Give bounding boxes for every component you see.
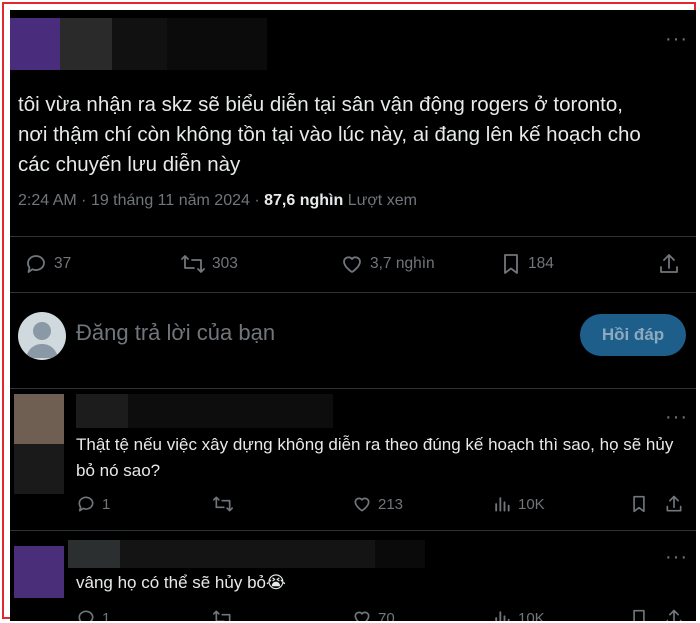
views-button[interactable]: 10K [492,608,545,621]
reply-icon [27,255,45,273]
post-date[interactable]: 19 tháng 11 năm 2024 [91,192,250,209]
like-count: 70 [378,609,395,622]
views-icon [495,611,510,621]
reply-button[interactable]: 1 [76,608,110,621]
like-count: 3,7 nghìn [370,255,435,272]
post-detail-view: ··· tôi vừa nhận ra skz sẽ biểu diễn tại… [10,10,696,621]
bookmark-button[interactable] [630,608,648,621]
share-button[interactable] [664,608,684,621]
author-handle-blurred-2 [167,18,267,70]
reply-button[interactable]: 37 [24,252,71,276]
like-count: 213 [378,495,404,513]
view-count: 87,6 nghìn [264,192,344,209]
repost-icon [181,255,205,273]
more-icon[interactable]: ··· [665,29,688,49]
reply-author-blurred-2 [120,540,375,568]
views-button[interactable]: 10K [492,494,545,514]
like-icon [343,256,361,273]
author-avatar-blurred[interactable] [10,18,60,70]
reply-text: vâng họ có thể sẽ hủy bỏ😭 [76,573,286,592]
like-icon [354,497,370,512]
repost-button[interactable] [212,494,234,514]
reply-count: 37 [54,255,72,272]
repost-icon [212,496,233,512]
bookmark-icon [504,254,518,274]
like-button[interactable]: 213 [352,494,403,514]
reply-count: 1 [102,495,111,513]
reply-icon [78,496,94,512]
bookmark-count: 184 [528,255,554,272]
reply-author-blurred[interactable] [68,540,120,568]
bookmark-icon [633,495,645,513]
reply-text: Thật tệ nếu việc xây dựng không diễn ra … [76,435,674,480]
reply-avatar-shadow [14,444,64,494]
person-icon [26,322,58,358]
reply-avatar-blurred[interactable] [14,394,64,444]
view-label: Lượt xem [347,192,417,209]
share-icon [666,609,682,621]
repost-icon [213,610,231,621]
repost-button[interactable] [212,608,234,621]
bookmark-icon [633,609,645,621]
bookmark-button[interactable]: 184 [500,252,554,276]
views-count: 10K [518,495,545,513]
more-icon[interactable]: ··· [665,547,688,567]
reply-count: 1 [102,609,111,622]
divider [10,530,696,531]
reply-author-blurred-2 [128,394,333,428]
bookmark-button[interactable] [630,494,648,514]
meta-separator: · [81,192,87,209]
share-button[interactable] [664,494,684,514]
reply-submit-button[interactable]: Hồi đáp [580,314,686,356]
reply-avatar-blurred[interactable] [14,546,64,598]
reply-input[interactable]: Đăng trả lời của bạn [76,320,275,346]
like-button[interactable]: 70 [352,608,395,621]
views-count: 10K [518,609,545,622]
divider [10,388,696,389]
post-time[interactable]: 2:24 AM [18,192,77,209]
post-metadata: 2:24 AM · 19 tháng 11 năm 2024 · 87,6 ng… [18,192,417,210]
divider [10,292,696,293]
share-button[interactable] [657,252,681,276]
views-icon [495,497,510,512]
avatar[interactable] [18,312,66,360]
like-icon [354,611,370,621]
post-text: tôi vừa nhận ra skz sẽ biểu diễn tại sân… [18,93,641,176]
author-handle-blurred [112,18,167,70]
repost-button[interactable]: 303 [180,252,238,276]
reply-icon [78,610,94,621]
divider [10,236,696,237]
reply-author-blurred[interactable] [76,394,128,428]
share-icon [666,495,682,512]
like-button[interactable]: 3,7 nghìn [340,252,435,276]
more-icon[interactable]: ··· [665,407,688,427]
meta-separator: · [254,192,260,209]
author-name-blurred[interactable] [60,18,112,70]
share-icon [660,254,678,273]
reply-button[interactable]: 1 [76,494,110,514]
screenshot-frame: ··· tôi vừa nhận ra skz sẽ biểu diễn tại… [2,2,696,621]
reply-author-blurred-3 [375,540,425,568]
repost-count: 303 [212,255,238,272]
